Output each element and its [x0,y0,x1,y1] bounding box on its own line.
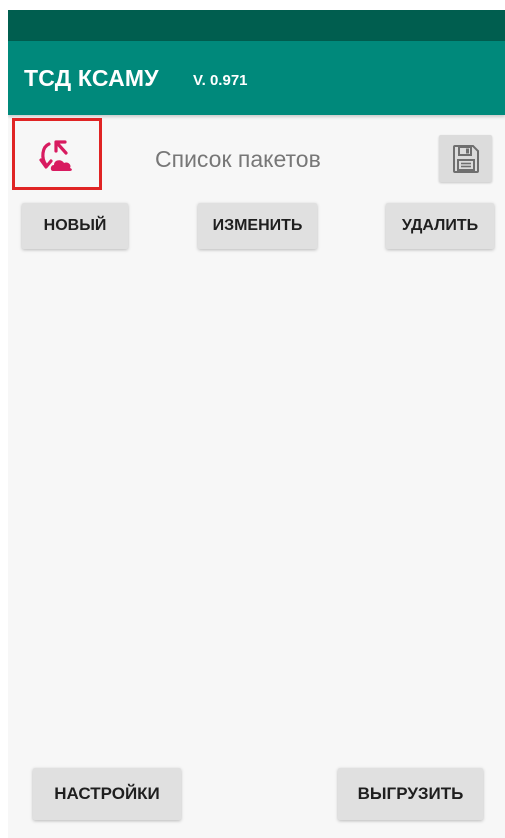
cloud-sync-icon [39,140,72,171]
app-screen: ТСД КСАМУ V. 0.971 Список пакетов НОВЫЙ … [8,10,505,838]
new-package-button[interactable]: НОВЫЙ [22,203,128,249]
save-button[interactable] [439,135,492,182]
edit-package-button[interactable]: ИЗМЕНИТЬ [198,203,317,249]
floppy-disk-icon [452,144,479,173]
export-button[interactable]: ВЫГРУЗИТЬ [338,768,483,820]
status-bar [8,10,505,41]
app-title: ТСД КСАМУ [24,65,159,91]
settings-button[interactable]: НАСТРОЙКИ [33,768,181,820]
delete-package-button[interactable]: УДАЛИТЬ [386,203,494,249]
page-title: Список пакетов [155,146,321,172]
package-list[interactable] [22,262,494,756]
sync-button[interactable] [12,118,102,190]
app-bar: ТСД КСАМУ V. 0.971 [8,41,505,115]
app-version: V. 0.971 [193,72,248,89]
